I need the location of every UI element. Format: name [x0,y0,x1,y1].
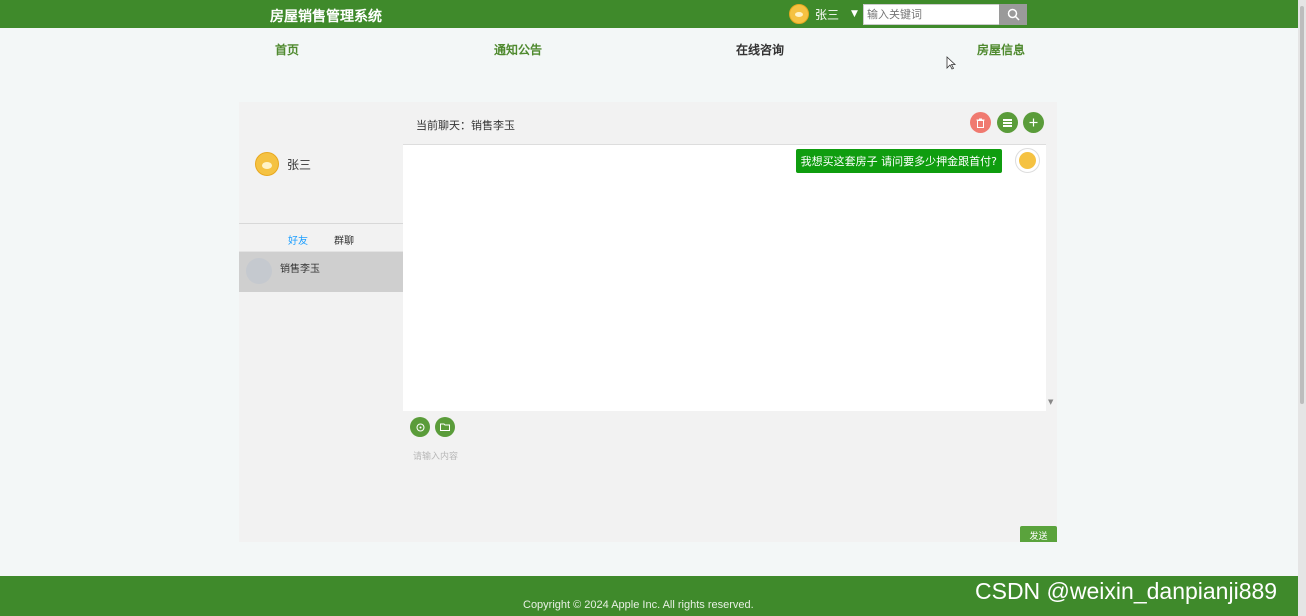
chat-header: 当前聊天：销售李玉 [403,102,1057,144]
current-user: 张三 [255,152,311,176]
add-chat-button[interactable] [1023,112,1044,133]
message-list[interactable]: 我想买这套房子 请问要多少押金跟首付? [403,144,1046,411]
chat-panel: 张三 好友 群聊 销售李玉 当前聊天：销售李玉 我想买这套房子 请问要多少押金跟… [239,102,1057,542]
send-button[interactable]: 发送 [1020,526,1057,542]
search-icon [1007,8,1020,21]
tab-groups[interactable]: 群聊 [334,232,354,247]
plus-icon [1029,118,1038,127]
user-menu[interactable]: 张三 ▼ [789,4,858,24]
user-name: 张三 [815,7,840,22]
watermark: CSDN @weixin_danpianji889 [975,578,1278,604]
contact-tabs: 好友 群聊 [239,225,403,253]
sender-avatar [1015,148,1040,173]
top-bar: 房屋销售管理系统 张三 ▼ [0,0,1306,28]
list-icon [1003,118,1012,127]
mouse-cursor-icon [946,56,956,70]
current-user-name: 张三 [287,157,312,172]
message-input[interactable]: 请输入内容 [413,449,458,462]
user-avatar-icon [255,152,279,176]
search-input[interactable] [863,4,999,25]
user-avatar-icon [789,4,809,24]
friend-avatar [246,258,272,284]
tab-friends[interactable]: 好友 [288,232,308,253]
chat-sidebar: 张三 好友 群聊 销售李玉 [239,102,403,542]
nav-home[interactable]: 首页 [275,41,299,58]
copyright-text: Copyright © 2024 Apple Inc. All rights r… [523,599,754,611]
delete-chat-button[interactable] [970,112,991,133]
page-scrollbar[interactable] [1298,0,1306,616]
main-nav: 首页 通知公告 在线咨询 房屋信息 [0,36,1306,60]
file-button[interactable] [435,417,455,437]
search-button[interactable] [999,4,1027,25]
emoji-icon [416,423,424,431]
caret-down-icon: ▼ [851,9,858,19]
message-bubble: 我想买这套房子 请问要多少押金跟首付? [795,149,1002,173]
trash-icon [976,118,985,128]
divider [239,223,403,224]
chat-title: 当前聊天：销售李玉 [416,119,515,132]
friend-list-item[interactable]: 销售李玉 [239,252,403,292]
folder-icon [440,423,450,431]
scroll-down-arrow-icon[interactable]: ▼ [1048,398,1053,406]
nav-online-consult[interactable]: 在线咨询 [736,41,784,58]
app-title: 房屋销售管理系统 [270,9,382,25]
chat-area: 当前聊天：销售李玉 我想买这套房子 请问要多少押金跟首付? ▼ 请输入内容 发送 [403,102,1057,542]
friend-name: 销售李玉 [280,264,320,275]
nav-notices[interactable]: 通知公告 [494,41,542,58]
nav-house-info[interactable]: 房屋信息 [977,41,1025,58]
emoji-button[interactable] [410,417,430,437]
chat-list-button[interactable] [997,112,1018,133]
search-box [863,4,1027,25]
